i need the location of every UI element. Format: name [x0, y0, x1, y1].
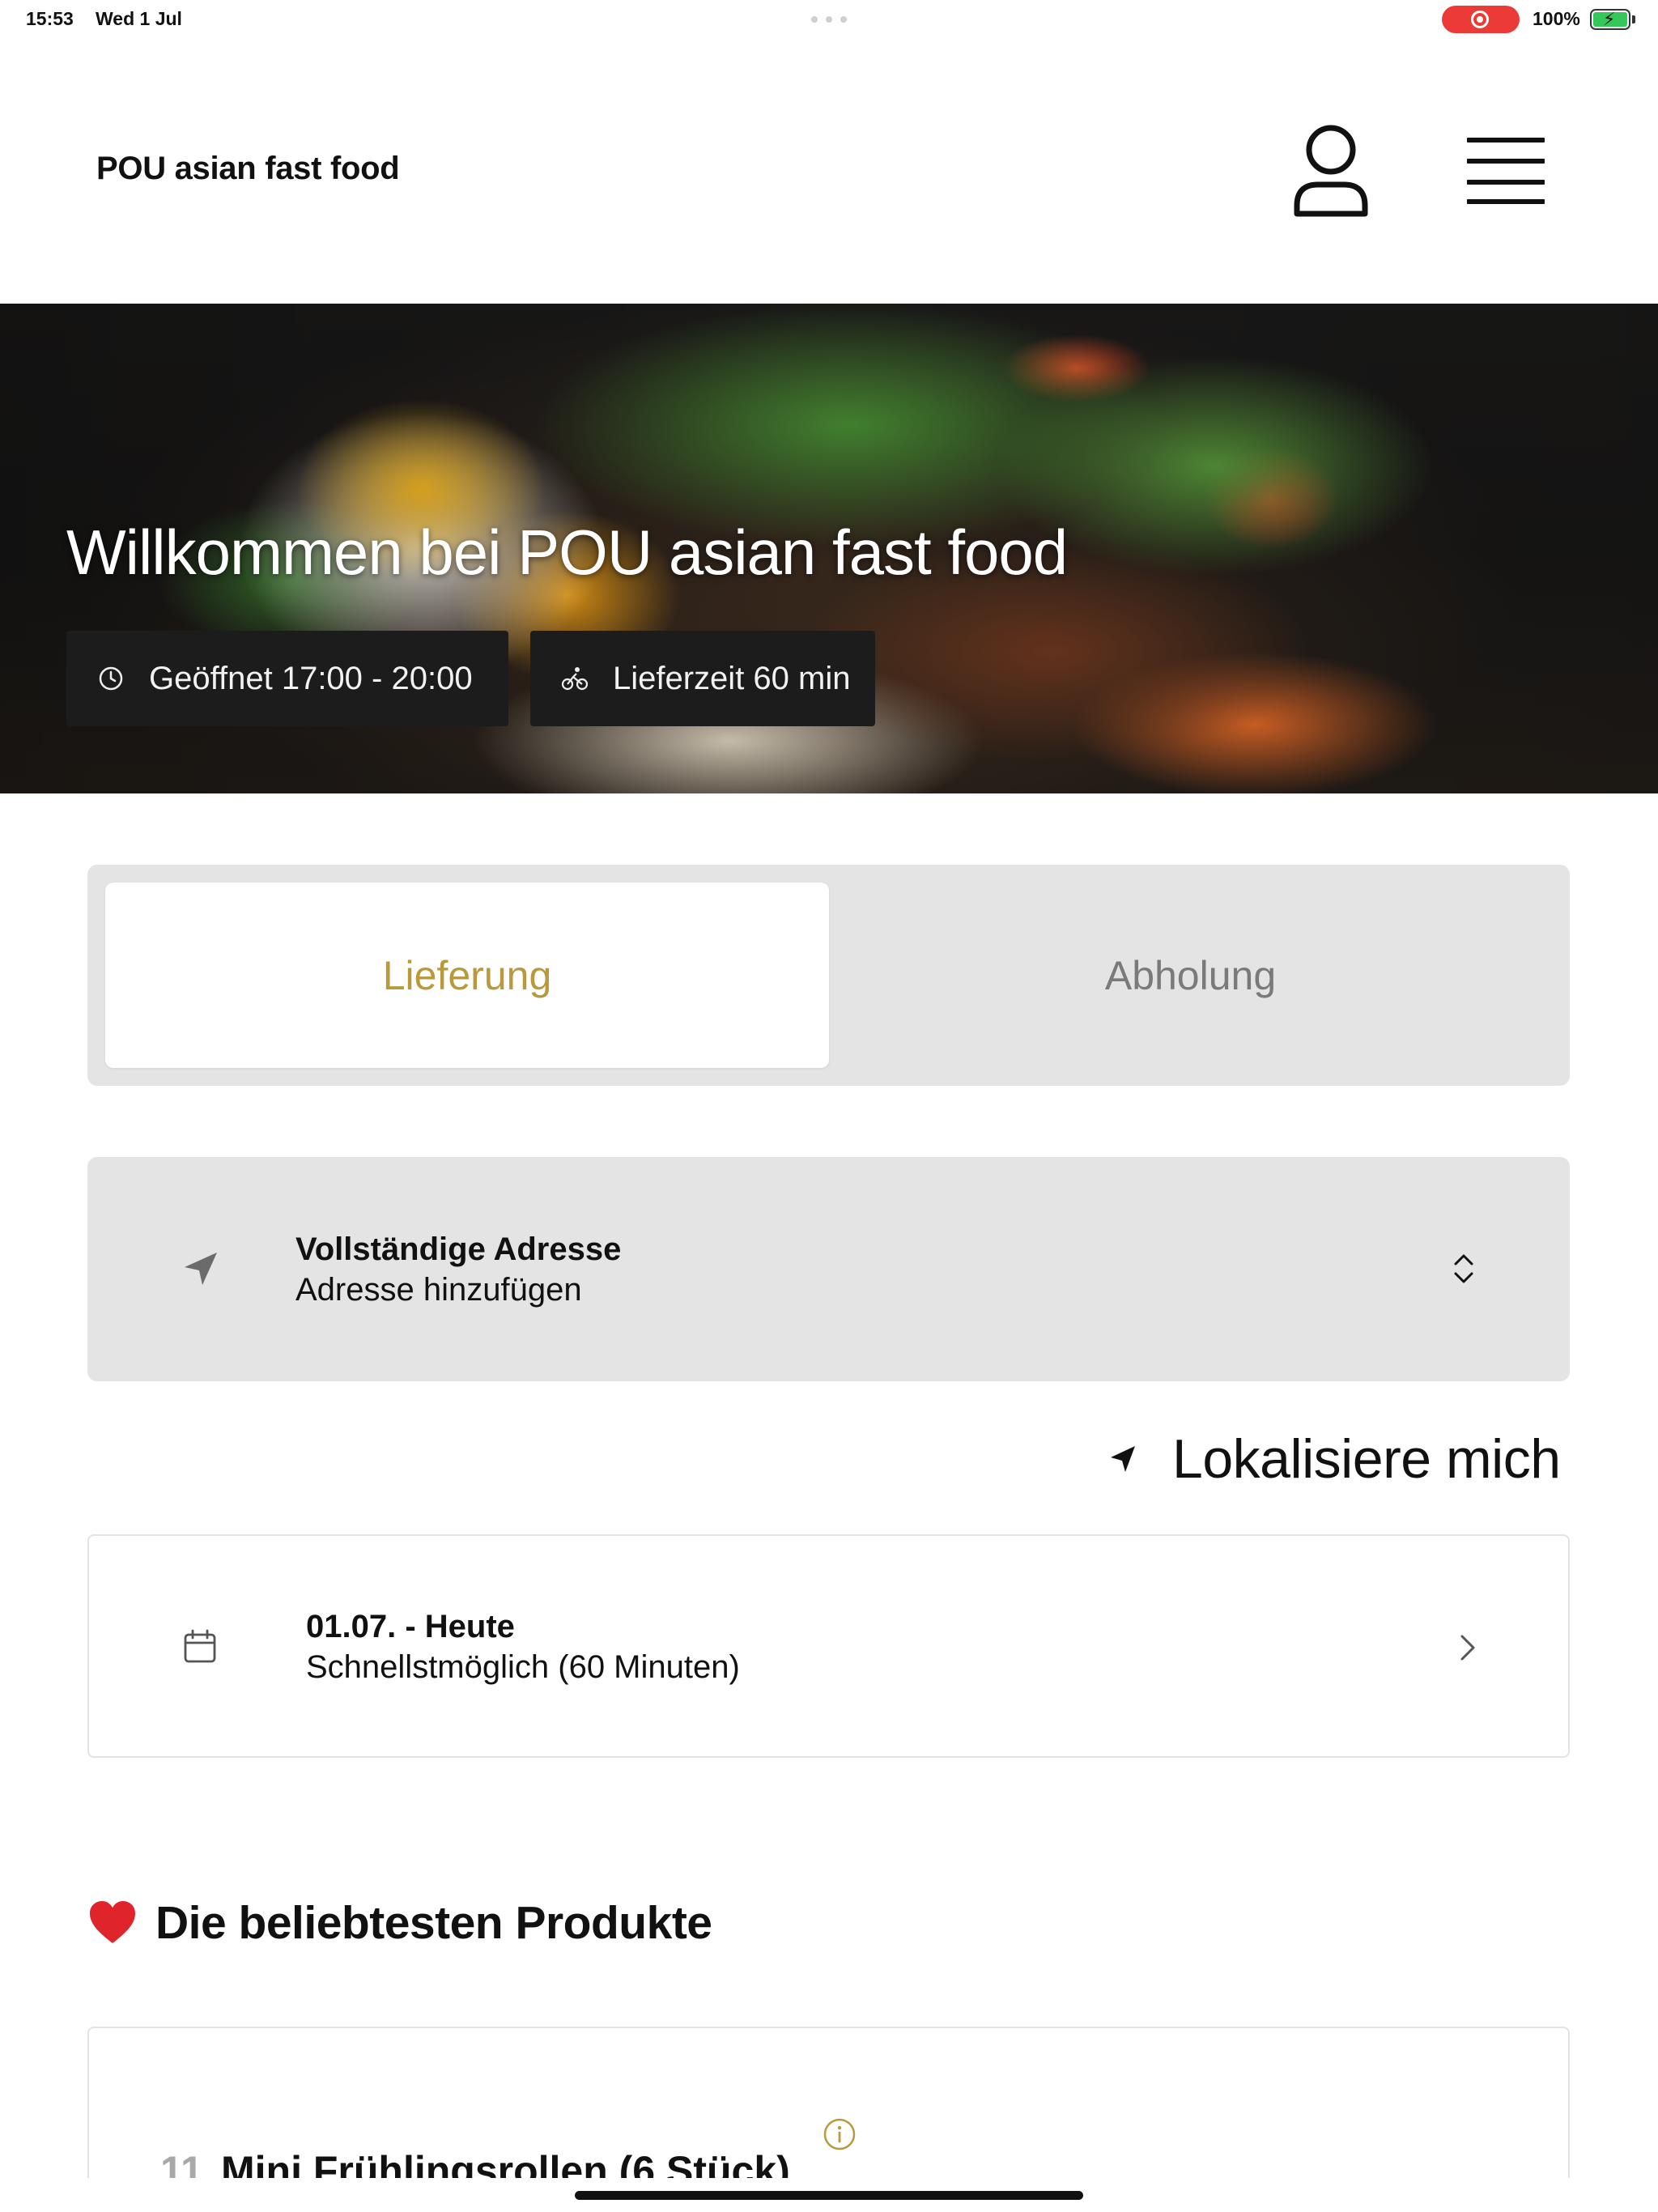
multitasking-dots-icon[interactable]	[811, 16, 847, 23]
battery-nub	[1632, 15, 1635, 23]
delivery-time-badge: Lieferzeit 60 min	[530, 631, 875, 726]
schedule-date: 01.07. - Heute	[306, 1609, 515, 1644]
hero-title: Willkommen bei POU asian fast food	[66, 517, 1068, 588]
chevron-up-down-icon	[1454, 1254, 1473, 1283]
profile-button[interactable]	[1292, 125, 1370, 219]
address-title: Vollständige Adresse	[295, 1231, 622, 1267]
delivery-schedule-selector[interactable]: 01.07. - Heute Schnellstmöglich (60 Minu…	[87, 1534, 1570, 1758]
opening-hours-badge: Geöffnet 17:00 - 20:00	[66, 631, 508, 726]
app-title[interactable]: POU asian fast food	[96, 151, 400, 187]
address-selector[interactable]: Vollständige Adresse Adresse hinzufügen	[87, 1157, 1570, 1381]
schedule-time: Schnellstmöglich (60 Minuten)	[306, 1649, 740, 1685]
clock-icon	[97, 665, 125, 692]
locate-me-button[interactable]: Lokalisiere mich	[1107, 1425, 1561, 1493]
address-value: Adresse hinzufügen	[295, 1272, 582, 1308]
tab-abholung[interactable]: Abholung	[829, 883, 1552, 1068]
opening-hours-text: Geöffnet 17:00 - 20:00	[149, 660, 473, 696]
bicycle-icon	[561, 665, 589, 692]
status-bar: 15:53 Wed 1 Jul 100% ⚡	[0, 0, 1658, 39]
home-indicator[interactable]	[575, 2191, 1083, 2200]
info-icon[interactable]	[823, 2117, 857, 2151]
locate-me-label: Lokalisiere mich	[1172, 1428, 1561, 1490]
battery-icon: ⚡	[1590, 9, 1630, 30]
order-mode-toggle: Lieferung Abholung	[87, 865, 1570, 1086]
screen-recording-icon[interactable]	[1442, 6, 1520, 33]
chevron-right-icon	[1460, 1635, 1475, 1661]
battery-percent: 100%	[1533, 8, 1580, 29]
menu-button[interactable]	[1464, 134, 1548, 207]
location-arrow-icon	[185, 1253, 217, 1285]
delivery-time-text: Lieferzeit 60 min	[613, 660, 851, 696]
user-outline-icon	[1294, 125, 1368, 217]
calendar-icon	[184, 1629, 216, 1663]
location-arrow-icon	[1111, 1446, 1135, 1472]
hamburger-menu-icon	[1467, 138, 1545, 143]
status-time: 15:53	[26, 8, 74, 29]
popular-products-title: Die beliebtesten Produkte	[155, 1897, 712, 1949]
popular-products-heading: Die beliebtesten Produkte	[87, 1896, 712, 1950]
status-date: Wed 1 Jul	[96, 8, 182, 29]
hero-banner: Willkommen bei POU asian fast food Geöff…	[0, 304, 1658, 793]
red-heart-icon	[90, 1901, 135, 1943]
tab-lieferung[interactable]: Lieferung	[105, 883, 829, 1068]
